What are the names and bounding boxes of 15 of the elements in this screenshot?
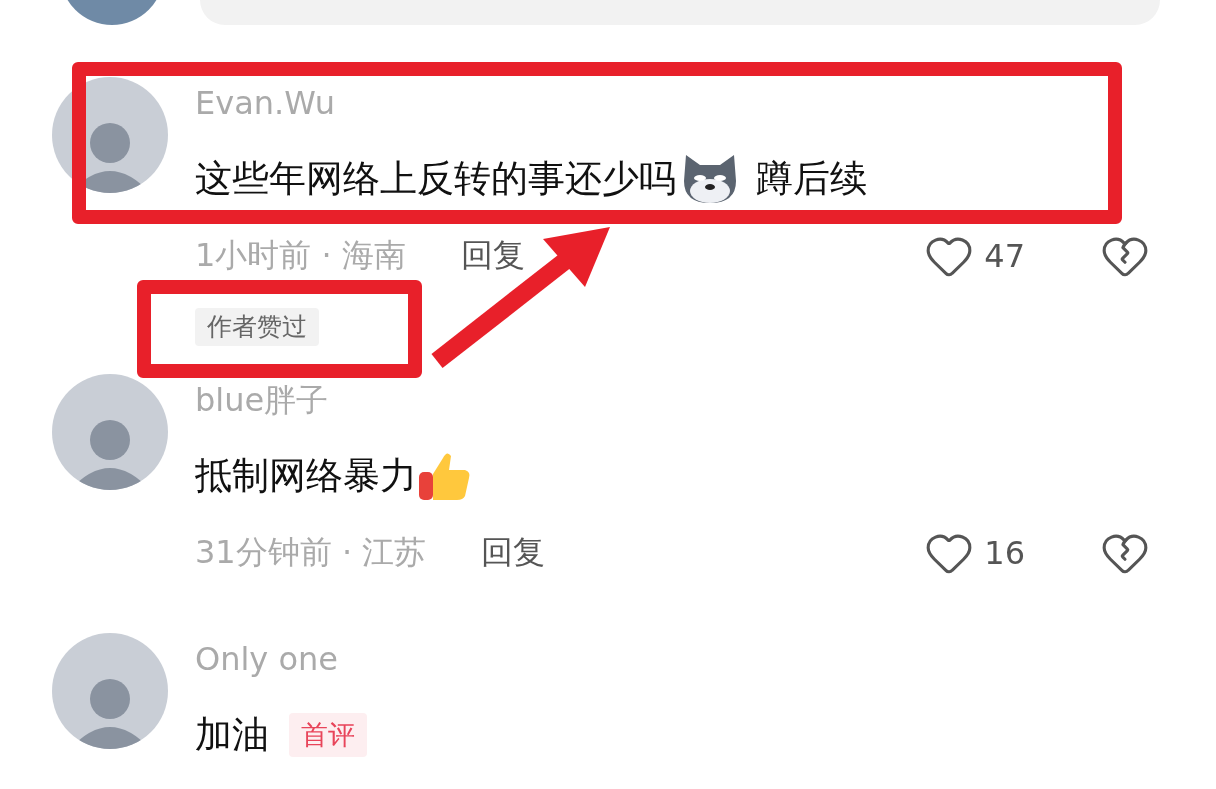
time-location: 1小时前 · 海南: [195, 235, 406, 276]
username[interactable]: Only one: [195, 639, 1150, 679]
username[interactable]: blue胖子: [195, 380, 1150, 420]
comment-text: 抵制网络暴力: [195, 453, 417, 499]
like-count: 16: [984, 534, 1025, 572]
username[interactable]: Evan.Wu: [195, 83, 1150, 123]
comment-text: 蹲后续: [754, 156, 867, 202]
first-comment-tag: 首评: [289, 713, 367, 757]
like-count: 47: [984, 237, 1025, 275]
author-liked-tag: 作者赞过: [195, 308, 319, 346]
reply-link[interactable]: 回复: [481, 531, 546, 575]
time-location: 31分钟前 · 江苏: [195, 532, 427, 573]
reply-link[interactable]: 回复: [460, 234, 525, 278]
comment-text: 这些年网络上反转的事还少吗: [195, 156, 676, 202]
comment-text: 加油: [195, 712, 269, 758]
